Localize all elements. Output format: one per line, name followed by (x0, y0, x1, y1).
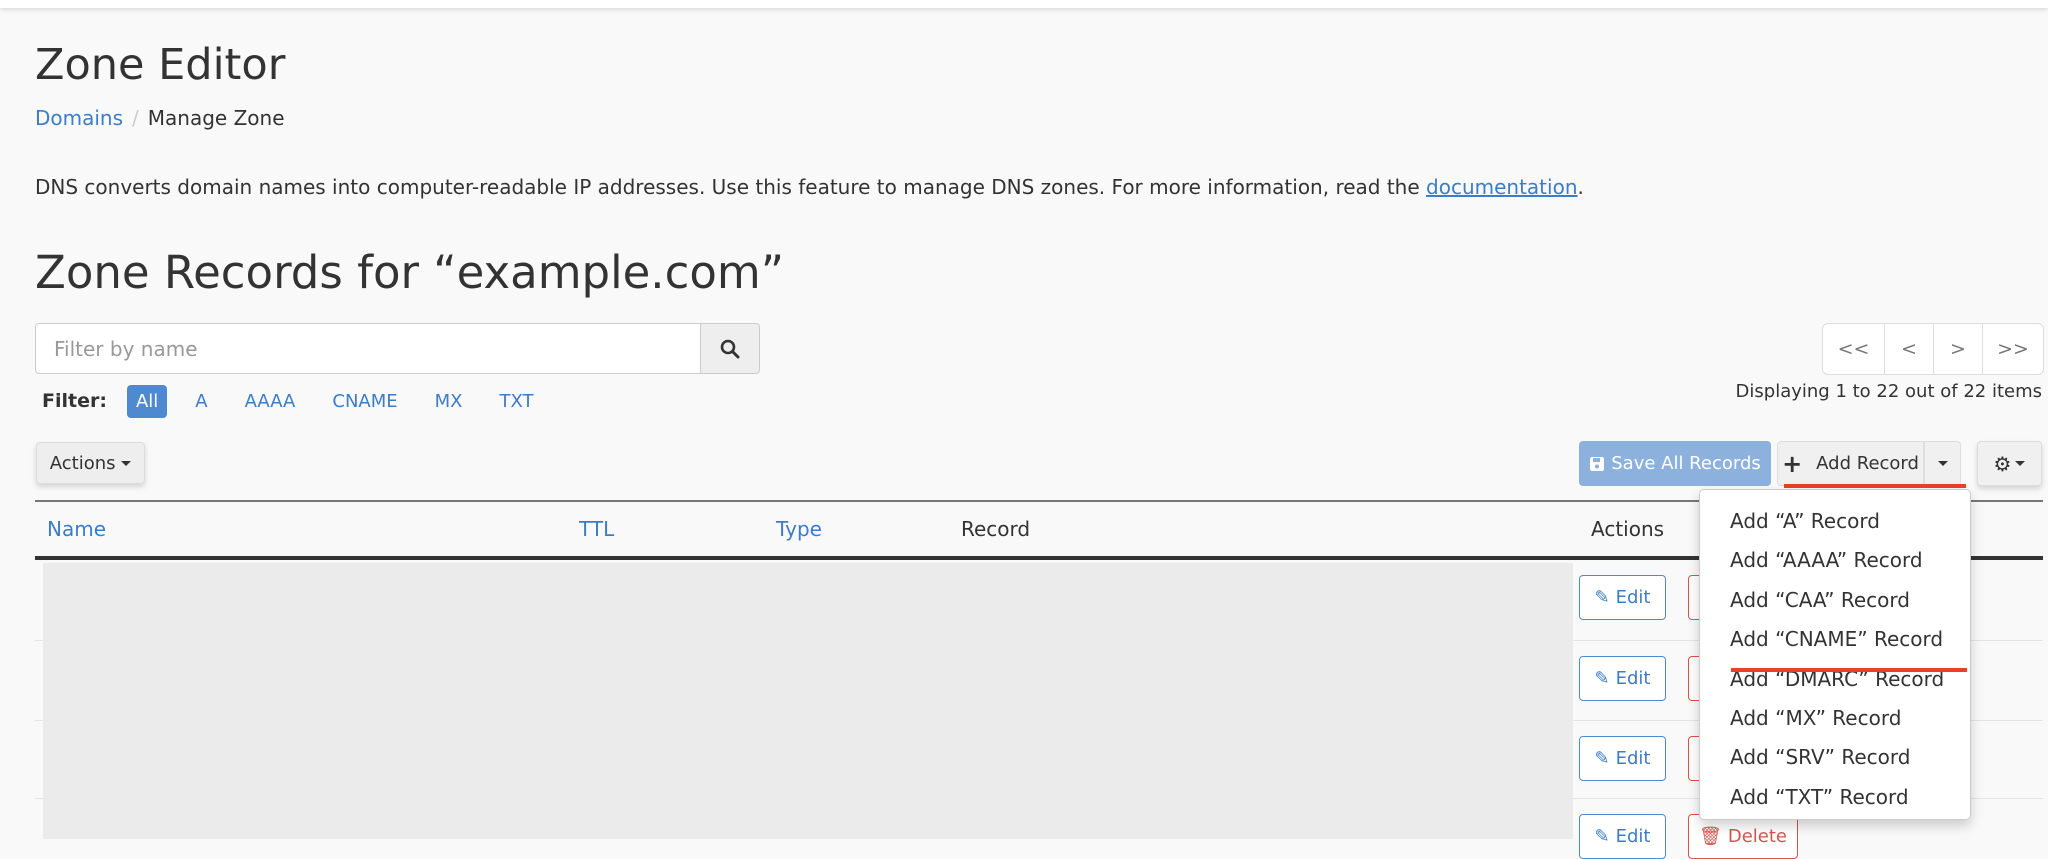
edit-label: Edit (1615, 668, 1651, 689)
description-text: DNS converts domain names into computer-… (35, 175, 1427, 199)
breadcrumb-domains[interactable]: Domains (35, 106, 123, 130)
column-header-record: Record (961, 517, 1031, 541)
add-record-label: Add Record (1816, 453, 1919, 474)
menu-item-add-aaaa[interactable]: Add “AAAA” Record (1700, 541, 1970, 580)
redacted-records (43, 563, 1573, 839)
breadcrumb-separator: / (132, 106, 139, 130)
pencil-icon: ✎ (1594, 826, 1610, 847)
filter-by-name-input[interactable] (35, 323, 701, 374)
floppy-disk-icon (1590, 456, 1605, 471)
pagination-status: Displaying 1 to 22 out of 22 items (1735, 381, 2042, 402)
search-button[interactable] (700, 323, 760, 374)
last-page-button[interactable]: >> (1982, 324, 2043, 374)
column-header-type[interactable]: Type (776, 517, 822, 541)
edit-label: Edit (1615, 826, 1651, 847)
pencil-icon: ✎ (1594, 748, 1610, 769)
trash-icon: 🗑 (1698, 826, 1722, 847)
delete-button[interactable]: 🗑Delete (1688, 814, 1798, 859)
menu-item-add-srv[interactable]: Add “SRV” Record (1700, 738, 1970, 777)
page-description: DNS converts domain names into computer-… (35, 175, 1584, 199)
pagination: << < > >> (1822, 323, 2044, 375)
page-title: Zone Editor (35, 40, 286, 90)
breadcrumb-current: Manage Zone (147, 106, 285, 130)
edit-button[interactable]: ✎ Edit (1579, 736, 1666, 781)
filter-mx[interactable]: MX (426, 385, 472, 418)
top-bar (0, 0, 2048, 8)
filter-aaaa[interactable]: AAAA (236, 385, 305, 418)
save-all-records-button[interactable]: Save All Records (1579, 441, 1771, 486)
search-icon (720, 339, 740, 358)
edit-button[interactable]: ✎ Edit (1579, 814, 1666, 859)
filter-a[interactable]: A (186, 385, 216, 418)
first-page-button[interactable]: << (1823, 324, 1884, 374)
add-record-button[interactable]: + Add Record (1777, 441, 1924, 486)
column-header-name[interactable]: Name (47, 517, 106, 541)
plus-icon: + (1782, 449, 1803, 478)
filter-all[interactable]: All (126, 384, 168, 418)
pencil-icon: ✎ (1594, 668, 1610, 689)
filter-label: Filter: (42, 390, 107, 412)
filter-txt[interactable]: TXT (491, 385, 543, 418)
annotation-underline-add-record (1784, 484, 1966, 488)
breadcrumb: Domains / Manage Zone (35, 106, 285, 130)
edit-label: Edit (1615, 748, 1651, 769)
documentation-link[interactable]: documentation (1426, 175, 1577, 199)
gear-icon: ⚙ (1993, 451, 2012, 476)
prev-page-button[interactable]: < (1884, 324, 1933, 374)
delete-label: Delete (1727, 826, 1787, 847)
save-all-label: Save All Records (1611, 453, 1761, 474)
actions-label: Actions (49, 452, 116, 474)
column-header-actions: Actions (1591, 517, 1665, 541)
add-record-dropdown-toggle[interactable] (1924, 441, 1961, 486)
filter-cname[interactable]: CNAME (323, 385, 406, 418)
menu-item-add-caa[interactable]: Add “CAA” Record (1700, 581, 1970, 620)
caret-down-icon (1937, 461, 1948, 466)
caret-down-icon (121, 460, 132, 466)
description-end: . (1577, 175, 1584, 199)
edit-button[interactable]: ✎ Edit (1579, 575, 1666, 620)
settings-dropdown-button[interactable]: ⚙ (1977, 441, 2042, 486)
caret-down-icon (2015, 461, 2026, 466)
annotation-underline-cname (1731, 668, 1967, 672)
menu-item-add-a[interactable]: Add “A” Record (1700, 502, 1970, 541)
menu-item-add-cname[interactable]: Add “CNAME” Record (1700, 620, 1970, 659)
menu-item-add-dmarc[interactable]: Add “DMARC” Record (1700, 660, 1970, 699)
next-page-button[interactable]: > (1933, 324, 1982, 374)
actions-dropdown-button[interactable]: Actions (36, 442, 145, 484)
menu-item-add-txt[interactable]: Add “TXT” Record (1700, 778, 1970, 817)
pencil-icon: ✎ (1594, 587, 1610, 608)
menu-item-add-mx[interactable]: Add “MX” Record (1700, 699, 1970, 738)
edit-label: Edit (1615, 587, 1651, 608)
add-record-menu: Add “A” Record Add “AAAA” Record Add “CA… (1699, 489, 1971, 820)
column-header-ttl[interactable]: TTL (579, 517, 614, 541)
type-filter: Filter: All A AAAA CNAME MX TXT (42, 384, 562, 418)
edit-button[interactable]: ✎ Edit (1579, 656, 1666, 701)
section-title: Zone Records for “example.com” (35, 246, 785, 299)
